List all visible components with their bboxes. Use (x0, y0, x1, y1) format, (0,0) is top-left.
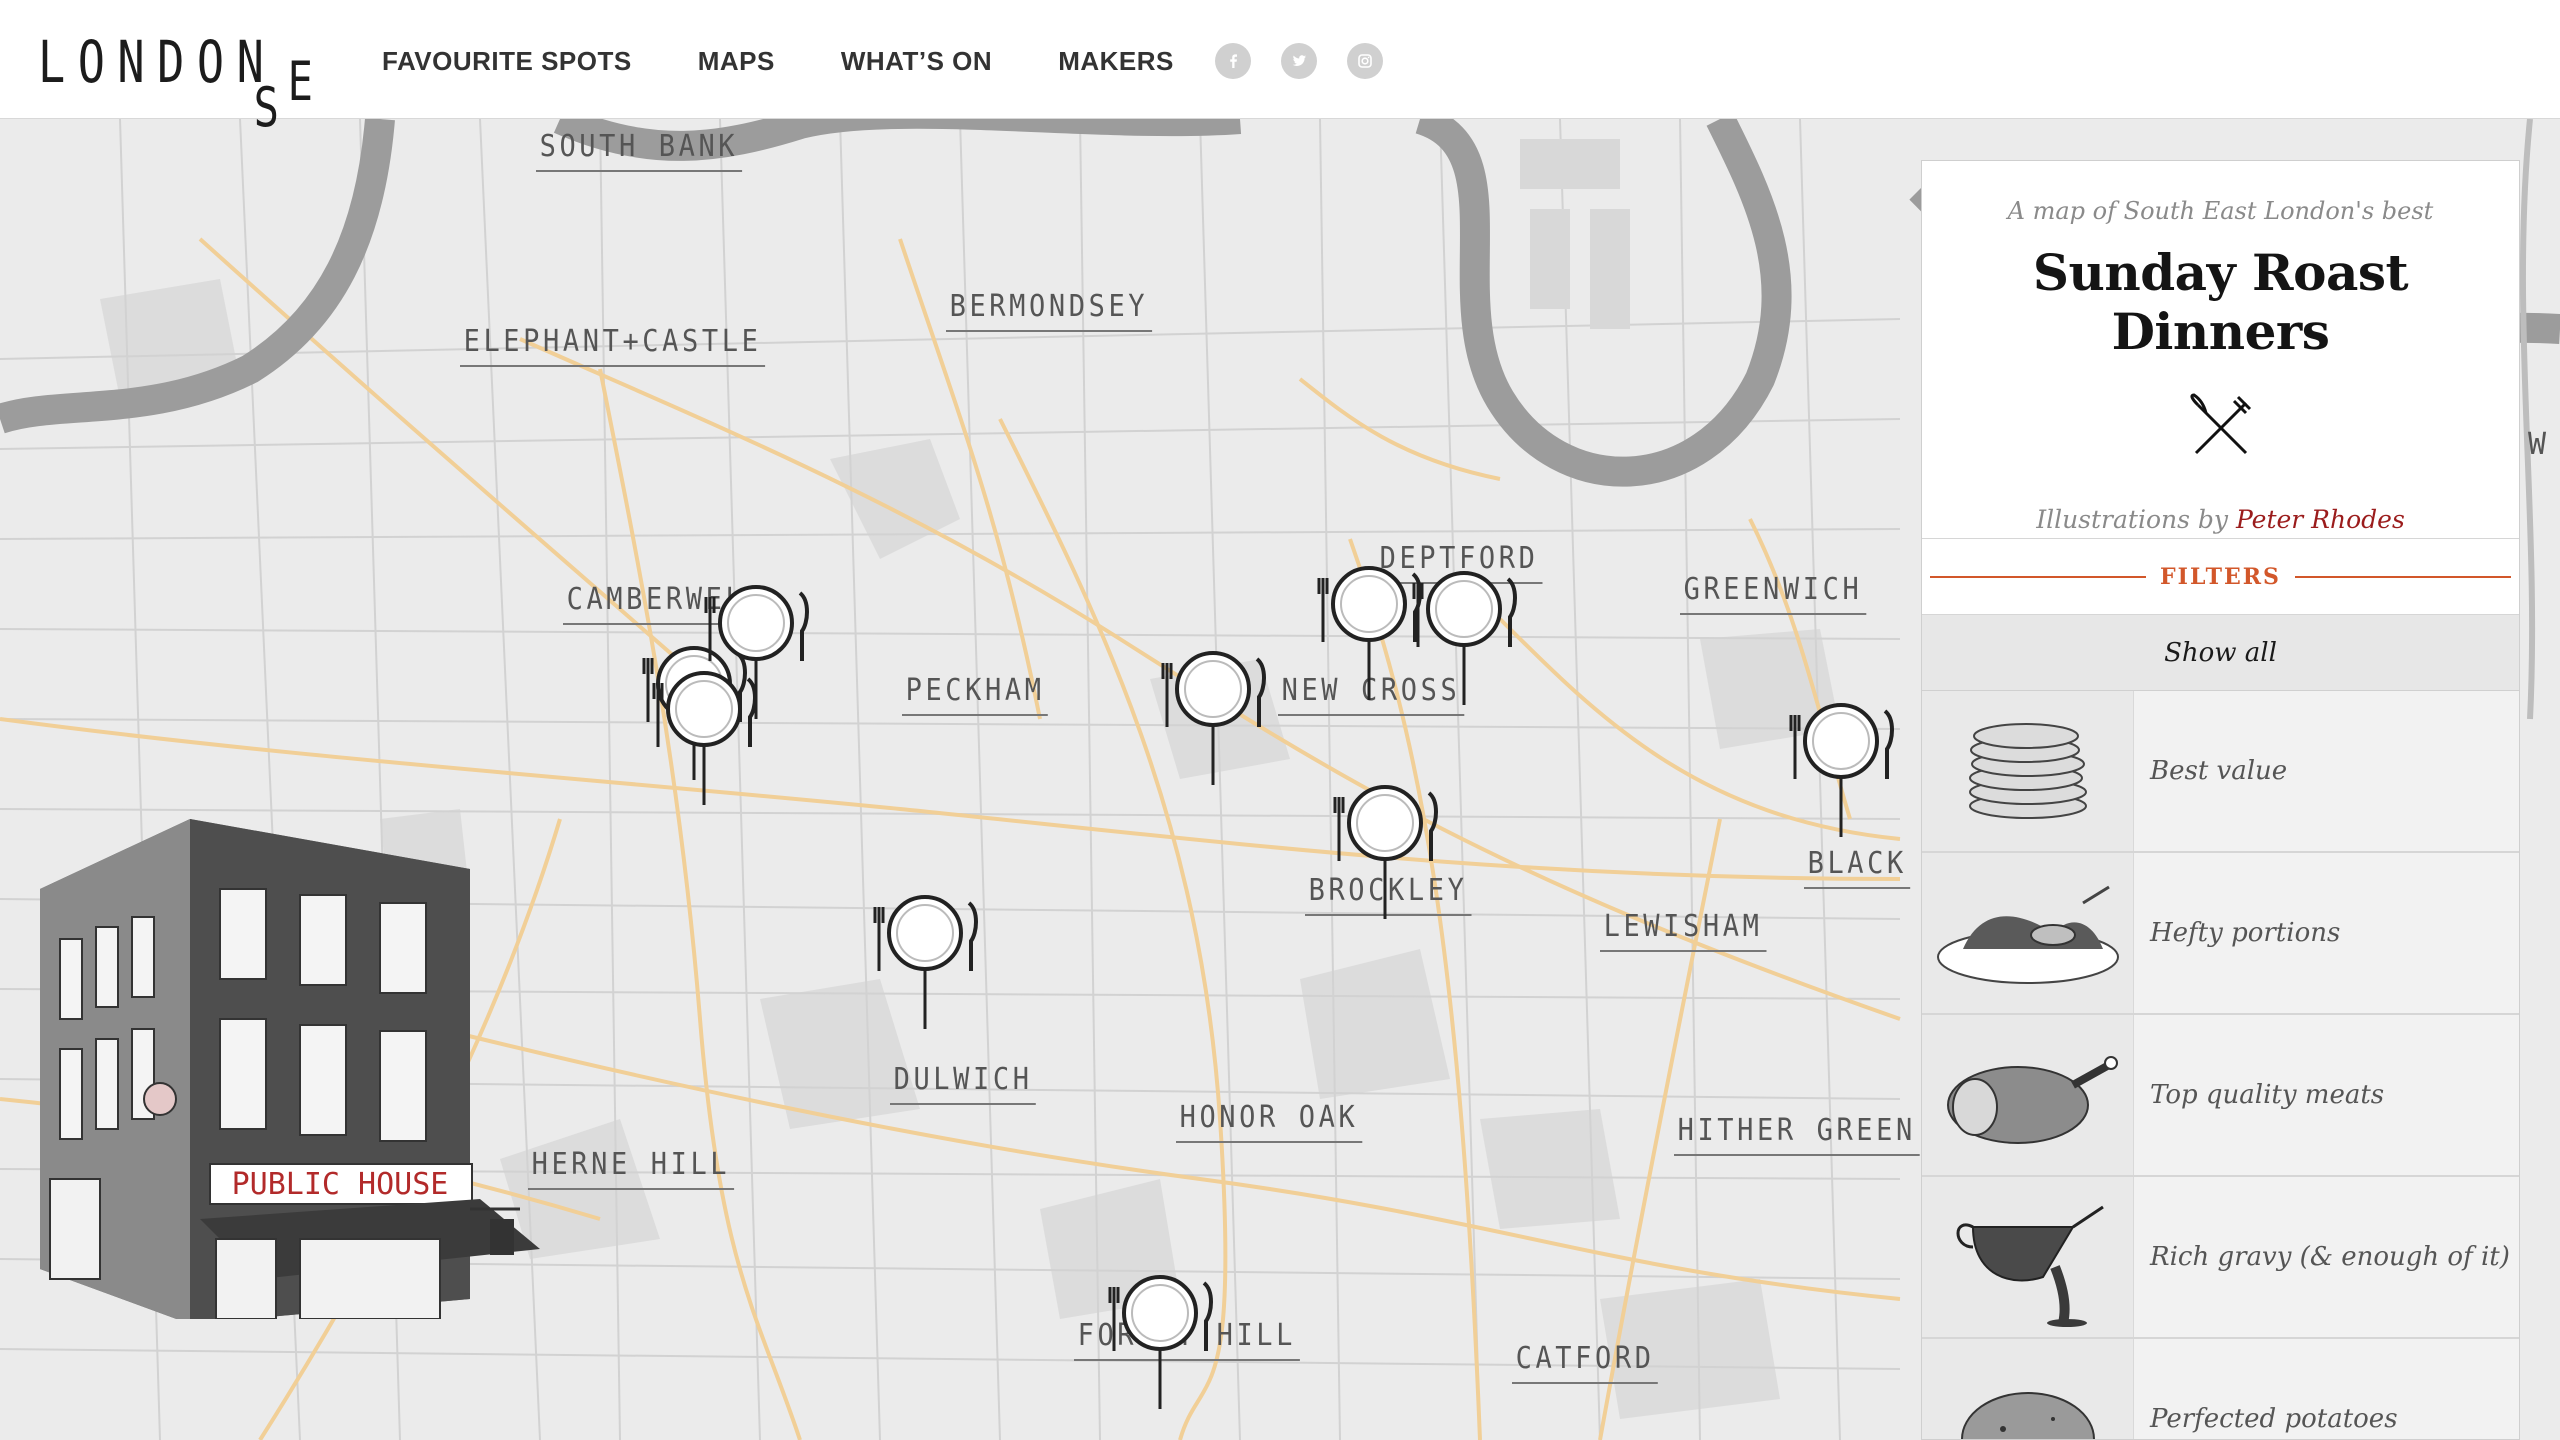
filter-label: Top quality meats (2150, 1080, 2385, 1110)
place-label: HERNE HILL (528, 1147, 734, 1190)
divider (2294, 575, 2511, 578)
divider (1930, 575, 2147, 578)
instagram-icon[interactable] (1347, 43, 1383, 79)
roast-chicken-icon (1922, 1015, 2134, 1175)
nav-whats-on[interactable]: WHAT’S ON (841, 46, 992, 77)
nav-maps[interactable]: MAPS (698, 46, 775, 77)
filter-label: Hefty portions (2150, 918, 2341, 948)
place-label: GREENWICH (1680, 572, 1866, 615)
credit-prefix: Illustrations by (2036, 505, 2228, 534)
potato-icon (1922, 1339, 2134, 1439)
show-all-button[interactable]: Show all (1922, 615, 2519, 691)
public-house-illustration: PUBLIC HOUSE (40, 819, 540, 1319)
fork-knife-crossed-icon (2189, 393, 2251, 455)
filters-label: FILTERS (2160, 563, 2281, 590)
place-label: CATFORD (1512, 1341, 1659, 1384)
filters-header: FILTERS (1922, 539, 2519, 615)
credit-link-peter-rhodes[interactable]: Peter Rhodes (2236, 505, 2405, 534)
filter-top-quality-meats[interactable]: Top quality meats (1922, 1015, 2519, 1177)
place-label: PECKHAM (902, 673, 1049, 716)
logo-text-e: E (287, 50, 313, 113)
nav-makers[interactable]: MAKERS (1058, 46, 1174, 77)
logo-text-london: LONDON (38, 28, 277, 96)
filter-label: Best value (2150, 756, 2288, 786)
plate-cutlery-pin-icon[interactable] (1781, 697, 1901, 847)
offscreen-label-fragment: W (2528, 427, 2547, 462)
place-label: BERMONDSEY (946, 289, 1152, 332)
twitter-icon[interactable] (1281, 43, 1317, 79)
plate-cutlery-pin-icon[interactable] (1153, 645, 1273, 795)
social-links (1215, 43, 1383, 79)
filter-label: Perfected potatoes (2150, 1404, 2398, 1434)
illustration-credit: Illustrations by Peter Rhodes (1922, 505, 2519, 534)
main-nav: FAVOURITE SPOTS MAPS WHAT’S ON MAKERS (382, 46, 1174, 77)
place-label: HITHER GREEN (1674, 1113, 1920, 1156)
nav-favourite-spots[interactable]: FAVOURITE SPOTS (382, 46, 632, 77)
gravy-boat-icon (1922, 1177, 2134, 1337)
site-header: LONDON S E FAVOURITE SPOTS MAPS WHAT’S O… (0, 0, 2560, 139)
plate-cutlery-pin-icon[interactable] (1100, 1269, 1220, 1419)
place-label: LEWISHAM (1600, 909, 1767, 952)
filter-best-value[interactable]: Best value (1922, 691, 2519, 853)
plate-cutlery-pin-icon[interactable] (644, 665, 764, 815)
london-se-logo[interactable]: LONDON S E (38, 28, 318, 139)
panel-subtitle: A map of South East London's best (2007, 197, 2434, 225)
filter-perfected-potatoes[interactable]: Perfected potatoes (1922, 1339, 2519, 1439)
plate-cutlery-pin-icon[interactable] (1404, 565, 1524, 715)
facebook-icon[interactable] (1215, 43, 1251, 79)
logo-text-s: S (253, 76, 279, 139)
filter-label: Rich gravy (& enough of it) (2150, 1242, 2510, 1272)
coins-stack-icon (1922, 691, 2134, 851)
filter-hefty-portions[interactable]: Hefty portions (1922, 853, 2519, 1015)
plate-cutlery-pin-icon[interactable] (1325, 779, 1445, 929)
place-label: HONOR OAK (1176, 1100, 1362, 1143)
panel-title: Sunday Roast Dinners (2032, 243, 2409, 361)
filter-rich-gravy[interactable]: Rich gravy (& enough of it) (1922, 1177, 2519, 1339)
place-label: SOUTH BANK (536, 129, 742, 172)
panel-intro: A map of South East London's best Sunday… (1922, 161, 2519, 539)
info-panel: A map of South East London's best Sunday… (1921, 160, 2520, 1440)
plate-cutlery-pin-icon[interactable] (865, 889, 985, 1039)
place-label: ELEPHANT+CASTLE (460, 324, 766, 367)
heaped-plate-icon (1922, 853, 2134, 1013)
place-label: DULWICH (890, 1062, 1037, 1105)
pub-sign-text: PUBLIC HOUSE (232, 1167, 449, 1202)
place-label: BLACK (1804, 846, 1911, 889)
